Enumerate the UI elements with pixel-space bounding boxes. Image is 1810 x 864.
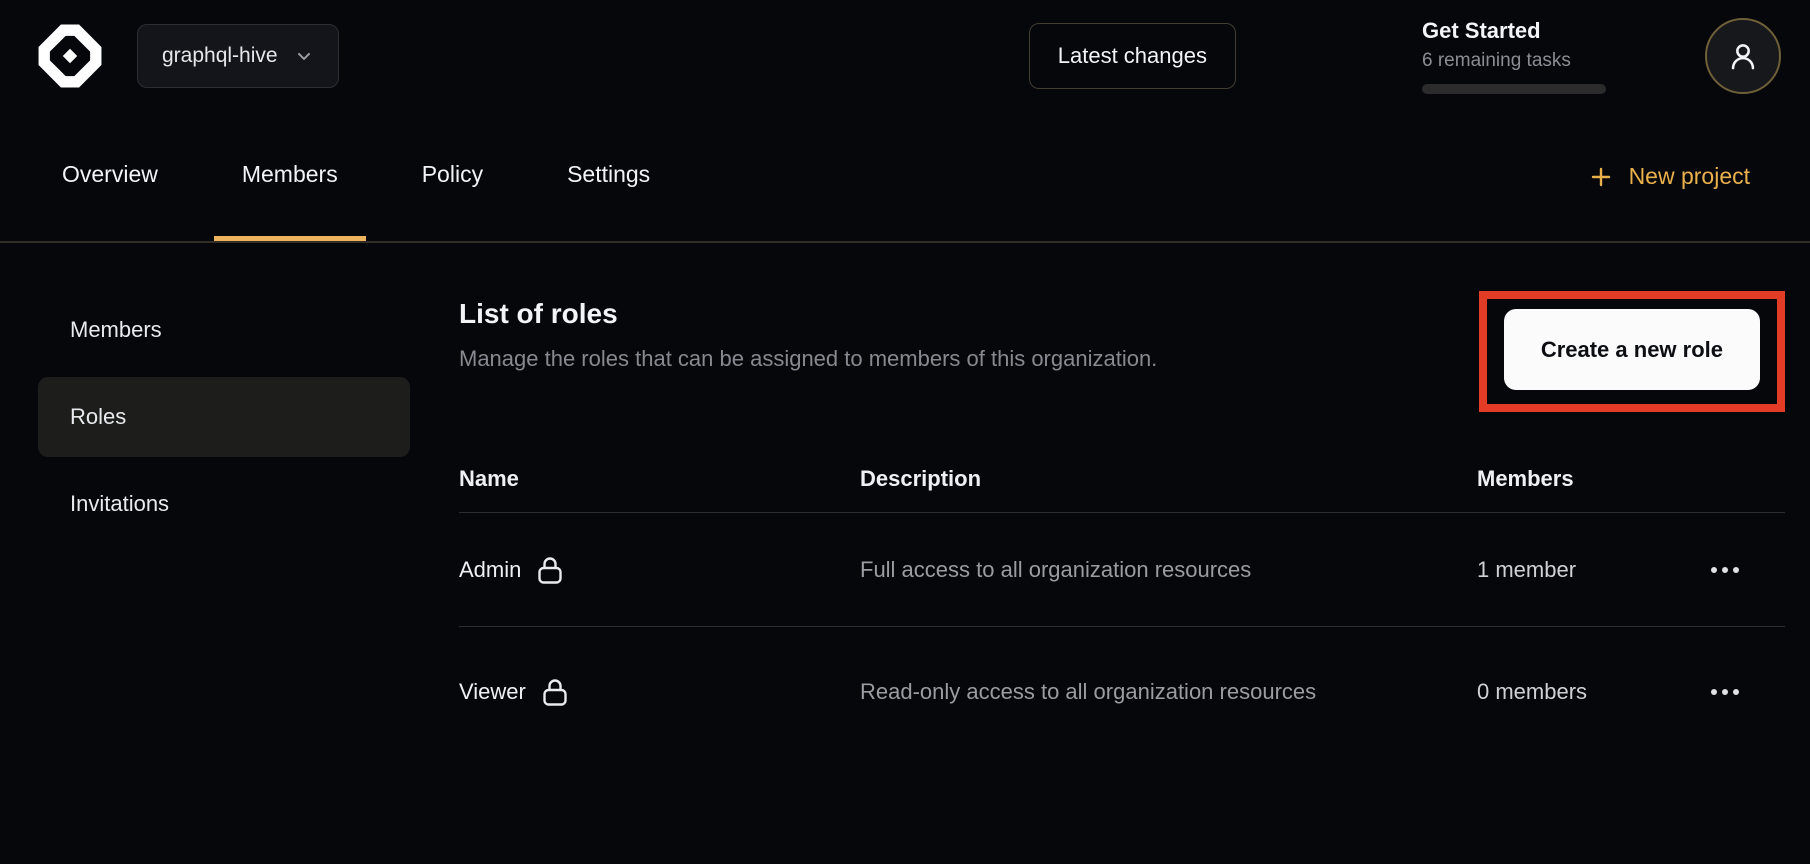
roles-panel-header: List of roles Manage the roles that can … <box>459 243 1785 412</box>
org-name: graphql-hive <box>162 44 278 68</box>
tab-members[interactable]: Members <box>214 112 366 241</box>
page-subtitle: Manage the roles that can be assigned to… <box>459 346 1157 372</box>
role-name: Admin <box>459 557 521 583</box>
get-started-widget[interactable]: Get Started 6 remaining tasks <box>1422 18 1606 94</box>
page-title: List of roles <box>459 298 1157 330</box>
sidebar-item-roles-label: Roles <box>70 404 126 430</box>
get-started-progressbar <box>1422 84 1606 94</box>
user-avatar-button[interactable] <box>1705 18 1781 94</box>
roles-heading-block: List of roles Manage the roles that can … <box>459 243 1157 372</box>
org-switcher-button[interactable]: graphql-hive <box>137 24 339 88</box>
roles-table: Name Description Members Admin <box>459 445 1785 757</box>
table-row-viewer: Viewer Read-only access to all organizat… <box>459 627 1785 757</box>
get-started-title: Get Started <box>1422 18 1606 44</box>
tab-policy-label: Policy <box>422 161 483 188</box>
sidebar-item-invitations-label: Invitations <box>70 491 169 517</box>
sidebar-item-roles[interactable]: Roles <box>38 377 410 457</box>
tab-policy[interactable]: Policy <box>394 112 511 241</box>
sidebar-item-members-label: Members <box>70 317 162 343</box>
top-header: graphql-hive Latest changes Get Started … <box>0 0 1810 112</box>
role-members-count: 0 members <box>1477 679 1707 705</box>
column-header-name: Name <box>459 466 860 492</box>
org-tabbar: Overview Members Policy Settings New pro… <box>0 112 1810 243</box>
new-project-button[interactable]: New project <box>1589 112 1750 241</box>
tab-members-label: Members <box>242 161 338 188</box>
role-name: Viewer <box>459 679 526 705</box>
row-menu-button[interactable] <box>1707 557 1743 583</box>
members-sidebar: Members Roles Invitations <box>0 243 435 864</box>
user-icon <box>1726 39 1760 73</box>
row-menu-button[interactable] <box>1707 679 1743 705</box>
tab-overview[interactable]: Overview <box>34 112 186 241</box>
column-header-description: Description <box>860 466 1477 492</box>
lock-icon <box>542 677 568 707</box>
plus-icon <box>1589 165 1613 189</box>
table-row-admin: Admin Full access to all organization re… <box>459 513 1785 627</box>
get-started-remaining-tasks: 6 remaining tasks <box>1422 50 1606 72</box>
role-description: Full access to all organization resource… <box>860 548 1360 592</box>
tab-settings[interactable]: Settings <box>539 112 678 241</box>
app-window: graphql-hive Latest changes Get Started … <box>0 0 1810 864</box>
roles-panel: List of roles Manage the roles that can … <box>435 243 1810 864</box>
lock-icon <box>537 555 563 585</box>
annotation-highlight-box: Create a new role <box>1479 291 1785 412</box>
chevron-down-icon <box>294 46 314 66</box>
role-description: Read-only access to all organization res… <box>860 670 1360 714</box>
column-header-members: Members <box>1477 466 1707 492</box>
sidebar-item-members[interactable]: Members <box>38 290 410 370</box>
role-members-count: 1 member <box>1477 557 1707 583</box>
tab-overview-label: Overview <box>62 161 158 188</box>
hive-logo-icon[interactable] <box>37 23 103 89</box>
new-project-label: New project <box>1629 163 1750 190</box>
tab-settings-label: Settings <box>567 161 650 188</box>
roles-table-header: Name Description Members <box>459 445 1785 513</box>
sidebar-item-invitations[interactable]: Invitations <box>38 464 410 544</box>
latest-changes-button[interactable]: Latest changes <box>1029 23 1236 89</box>
create-role-button[interactable]: Create a new role <box>1504 309 1760 390</box>
content-area: Members Roles Invitations List of roles … <box>0 243 1810 864</box>
